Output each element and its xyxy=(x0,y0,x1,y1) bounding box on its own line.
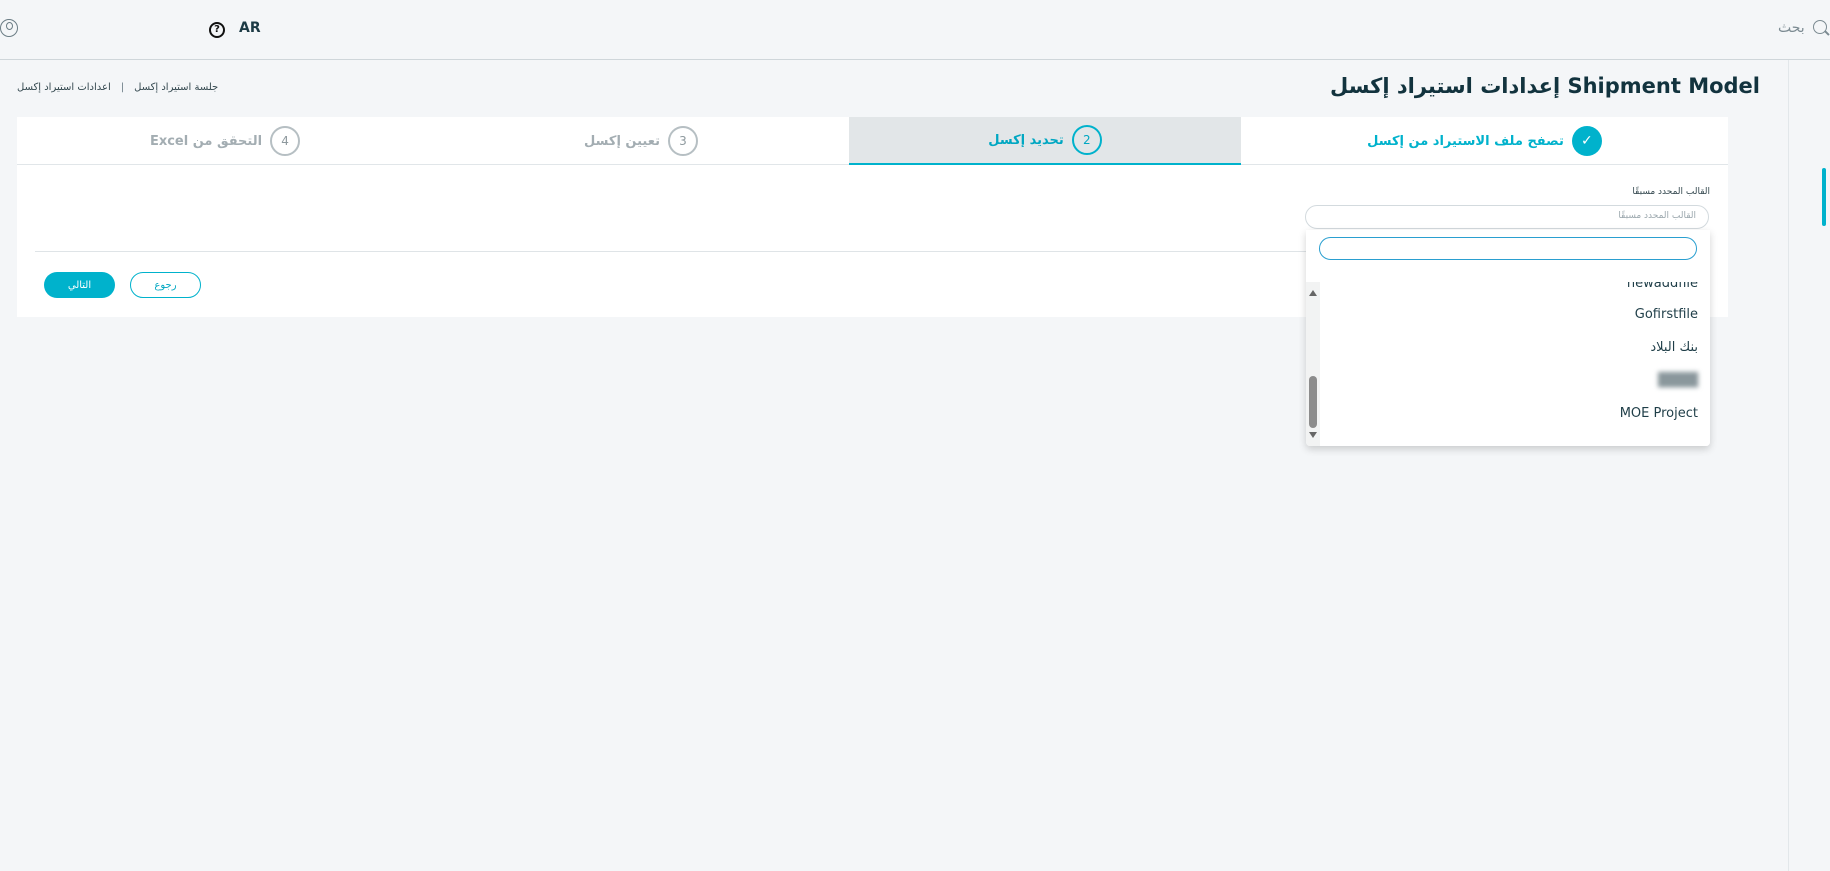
template-field-label: القالب المحدد مسبقًا xyxy=(1632,187,1710,197)
breadcrumb-separator: | xyxy=(120,82,125,93)
scrollbar-thumb[interactable] xyxy=(1309,376,1317,428)
search-label[interactable]: بحث xyxy=(1778,20,1805,36)
dropdown-option[interactable]: Gofirstfile xyxy=(1635,307,1698,322)
page-title: Shipment Model إعدادات استيراد إكسل xyxy=(1330,74,1760,98)
step-label: تحديد إكسل xyxy=(988,132,1064,148)
dropdown-option[interactable]: ████ xyxy=(1658,373,1698,388)
dropdown-list[interactable]: newaddfile Gofirstfile بنك البلاد ████ M… xyxy=(1306,282,1710,446)
breadcrumb: اعدادات استيراد إكسل | جلسة استيراد إكسل xyxy=(17,82,218,93)
step-label: تعيين إكسل xyxy=(584,133,660,149)
stepper: ✓ تصفح ملف الاستيراد من إكسل 2 تحديد إكس… xyxy=(17,117,1728,165)
scroll-down-arrow-icon[interactable] xyxy=(1309,432,1317,438)
search-icon[interactable] xyxy=(1813,20,1827,34)
step-label: التحقق من Excel xyxy=(149,133,263,149)
rail-scroll-indicator xyxy=(1822,168,1826,226)
dropdown-options: newaddfile Gofirstfile بنك البلاد ████ M… xyxy=(1320,282,1710,446)
step-number: 2 xyxy=(1071,125,1102,155)
next-button[interactable]: التالي xyxy=(44,272,115,298)
step-number: 4 xyxy=(270,126,301,156)
breadcrumb-item-session[interactable]: جلسة استيراد إكسل xyxy=(134,82,218,93)
step-number: 3 xyxy=(667,126,698,156)
top-bar: ? AR بحث xyxy=(0,0,1830,60)
dropdown-search-input[interactable] xyxy=(1319,237,1697,260)
check-icon: ✓ xyxy=(1571,126,1602,156)
breadcrumb-item-settings[interactable]: اعدادات استيراد إكسل xyxy=(17,82,111,93)
step-label: تصفح ملف الاستيراد من إكسل xyxy=(1367,133,1564,149)
back-button[interactable]: رجوع xyxy=(130,272,201,298)
step-select-excel[interactable]: 2 تحديد إكسل xyxy=(849,117,1241,165)
step-verify-excel[interactable]: 4 التحقق من Excel xyxy=(17,117,433,165)
scroll-up-arrow-icon[interactable] xyxy=(1309,290,1317,296)
step-map-excel[interactable]: 3 تعيين إكسل xyxy=(433,117,849,165)
dropdown-option[interactable]: MOE Project xyxy=(1620,406,1698,421)
template-dropdown: newaddfile Gofirstfile بنك البلاد ████ M… xyxy=(1306,230,1710,446)
step-browse-file[interactable]: ✓ تصفح ملف الاستيراد من إكسل xyxy=(1241,117,1728,165)
user-icon[interactable] xyxy=(0,19,18,37)
language-switch[interactable]: AR xyxy=(239,20,261,36)
dropdown-option[interactable]: newaddfile xyxy=(1627,282,1698,291)
template-select[interactable]: القالب المحدد مسبقًا xyxy=(1305,205,1709,229)
dropdown-option[interactable]: بنك البلاد xyxy=(1650,340,1698,355)
help-icon[interactable]: ? xyxy=(209,22,225,38)
